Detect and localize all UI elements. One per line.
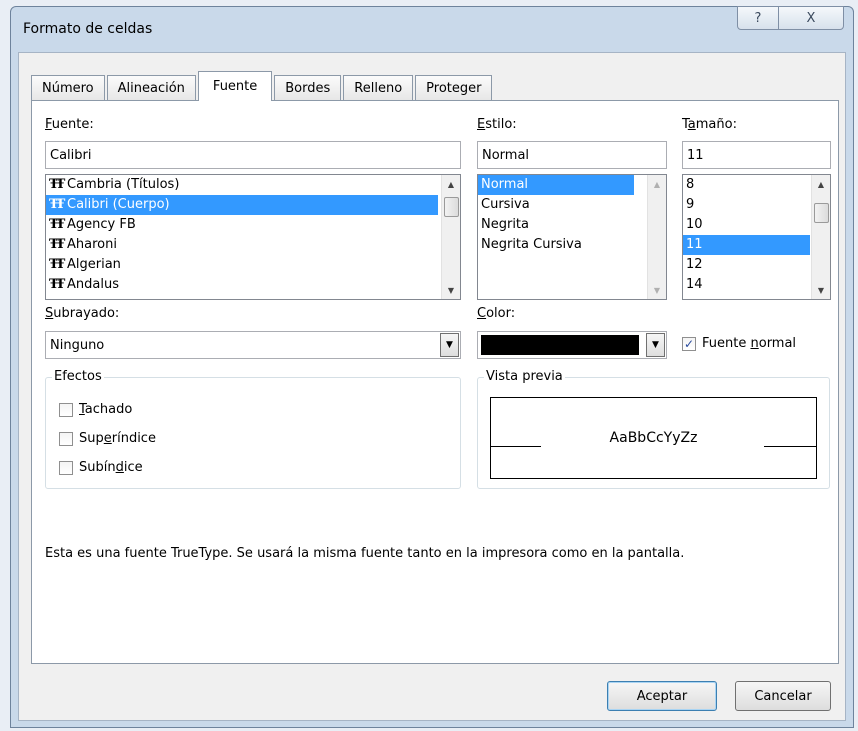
- size-input[interactable]: 11: [682, 141, 831, 169]
- font-input[interactable]: Calibri: [45, 141, 461, 169]
- tab-relleno[interactable]: Relleno: [343, 75, 414, 101]
- checkbox-box[interactable]: [59, 460, 73, 475]
- cancel-button[interactable]: Cancelar: [735, 681, 831, 711]
- size-list[interactable]: 8 9 10 11 12 14 ▲ ▼: [682, 174, 831, 300]
- effects-title: Efectos: [52, 369, 104, 384]
- list-item[interactable]: 8: [683, 175, 830, 195]
- style-label: Estilo:: [477, 117, 517, 132]
- tab-fuente[interactable]: Fuente: [197, 71, 273, 101]
- list-item[interactable]: 9: [683, 195, 830, 215]
- truetype-icon: ŦŦ: [49, 197, 65, 212]
- subscript-checkbox[interactable]: Subíndice: [59, 460, 143, 475]
- close-icon: X: [806, 10, 816, 26]
- superscript-label: Superíndice: [79, 431, 156, 446]
- scroll-down-arrow-icon[interactable]: ▼: [648, 281, 666, 299]
- subscript-label: Subíndice: [79, 460, 143, 475]
- list-item[interactable]: ŦŦ Agency FB: [46, 215, 460, 235]
- close-button[interactable]: X: [778, 6, 844, 30]
- color-label: Color:: [477, 306, 516, 321]
- help-button[interactable]: ?: [737, 6, 779, 30]
- list-item[interactable]: 10: [683, 215, 830, 235]
- chevron-down-icon[interactable]: ▼: [646, 333, 665, 357]
- tab-proteger[interactable]: Proteger: [415, 75, 493, 101]
- help-icon: ?: [754, 10, 762, 26]
- preview-baseline-left: [491, 446, 541, 447]
- size-list-scrollbar[interactable]: ▲ ▼: [811, 175, 830, 299]
- preview-box: AaBbCcYyZz: [490, 397, 817, 479]
- style-list[interactable]: Normal Cursiva Negrita Negrita Cursiva ▲…: [477, 174, 667, 300]
- color-select[interactable]: ▼: [477, 331, 667, 359]
- scroll-up-arrow-icon[interactable]: ▲: [648, 175, 666, 193]
- truetype-icon: ŦŦ: [49, 237, 65, 252]
- normal-font-label: Fuente normal: [702, 336, 797, 351]
- underline-select[interactable]: Ninguno ▼: [45, 331, 461, 359]
- underline-label: Subrayado:: [45, 306, 120, 321]
- font-list[interactable]: ŦŦ Cambria (Títulos) ŦŦ Calibri (Cuerpo) Ŧ…: [45, 174, 461, 300]
- font-list-scrollbar[interactable]: ▲ ▼: [441, 175, 460, 299]
- list-item[interactable]: Negrita: [478, 215, 666, 235]
- dialog-title: Formato de celdas: [23, 21, 153, 37]
- tab-alineacion[interactable]: Alineación: [106, 75, 196, 101]
- scroll-down-arrow-icon[interactable]: ▼: [442, 281, 460, 299]
- color-swatch: [481, 335, 639, 355]
- list-item[interactable]: ŦŦ Andalus: [46, 275, 460, 295]
- list-item[interactable]: Normal: [478, 175, 634, 195]
- list-item[interactable]: ŦŦ Calibri (Cuerpo): [46, 195, 438, 215]
- tab-strip: Número Alineación Fuente Bordes Relleno …: [31, 71, 494, 101]
- scroll-up-arrow-icon[interactable]: ▲: [442, 175, 460, 193]
- chevron-down-icon[interactable]: ▼: [440, 333, 459, 357]
- ok-button[interactable]: Aceptar: [607, 681, 717, 711]
- size-label: Tamaño:: [682, 117, 737, 132]
- style-list-scrollbar[interactable]: ▲ ▼: [647, 175, 666, 299]
- strikethrough-checkbox[interactable]: Tachado: [59, 402, 132, 417]
- list-item[interactable]: ŦŦ Algerian: [46, 255, 460, 275]
- superscript-checkbox[interactable]: Superíndice: [59, 431, 156, 446]
- list-item[interactable]: 14: [683, 275, 830, 295]
- font-label: Fuente:: [45, 117, 94, 132]
- dialog-window: Formato de celdas ? X Número Alineación …: [10, 6, 854, 728]
- truetype-icon: ŦŦ: [49, 217, 65, 232]
- preview-title: Vista previa: [484, 369, 565, 384]
- preview-group: Vista previa AaBbCcYyZz: [477, 369, 830, 489]
- list-item[interactable]: Negrita Cursiva: [478, 235, 666, 255]
- preview-sample: AaBbCcYyZz: [609, 430, 698, 446]
- info-text: Esta es una fuente TrueType. Se usará la…: [45, 546, 685, 561]
- list-item[interactable]: ŦŦ Aharoni: [46, 235, 460, 255]
- truetype-icon: ŦŦ: [49, 257, 65, 272]
- preview-baseline-right: [764, 446, 816, 447]
- dialog-client: Número Alineación Fuente Bordes Relleno …: [18, 52, 846, 721]
- check-icon[interactable]: ✓: [682, 336, 696, 351]
- list-item[interactable]: ŦŦ Cambria (Títulos): [46, 175, 460, 195]
- list-item[interactable]: Cursiva: [478, 195, 666, 215]
- tab-bordes[interactable]: Bordes: [274, 75, 342, 101]
- effects-group: Efectos Tachado Superíndice Subíndice: [45, 369, 461, 489]
- normal-font-checkbox[interactable]: ✓ Fuente normal: [682, 336, 796, 351]
- underline-value: Ninguno: [50, 337, 105, 353]
- style-input[interactable]: Normal: [477, 141, 667, 169]
- truetype-icon: ŦŦ: [49, 177, 65, 192]
- font-tab-panel: Fuente: Calibri ŦŦ Cambria (Títulos) ŦŦ Ca…: [31, 100, 839, 664]
- scroll-down-arrow-icon[interactable]: ▼: [812, 281, 830, 299]
- scroll-thumb[interactable]: [814, 203, 829, 223]
- truetype-icon: ŦŦ: [49, 277, 65, 292]
- strikethrough-label: Tachado: [79, 402, 133, 417]
- list-item[interactable]: 11: [683, 235, 810, 255]
- checkbox-box[interactable]: [59, 402, 73, 417]
- list-item[interactable]: 12: [683, 255, 830, 275]
- tab-numero[interactable]: Número: [31, 75, 105, 101]
- checkbox-box[interactable]: [59, 431, 73, 446]
- scroll-up-arrow-icon[interactable]: ▲: [812, 175, 830, 193]
- scroll-thumb[interactable]: [444, 197, 459, 217]
